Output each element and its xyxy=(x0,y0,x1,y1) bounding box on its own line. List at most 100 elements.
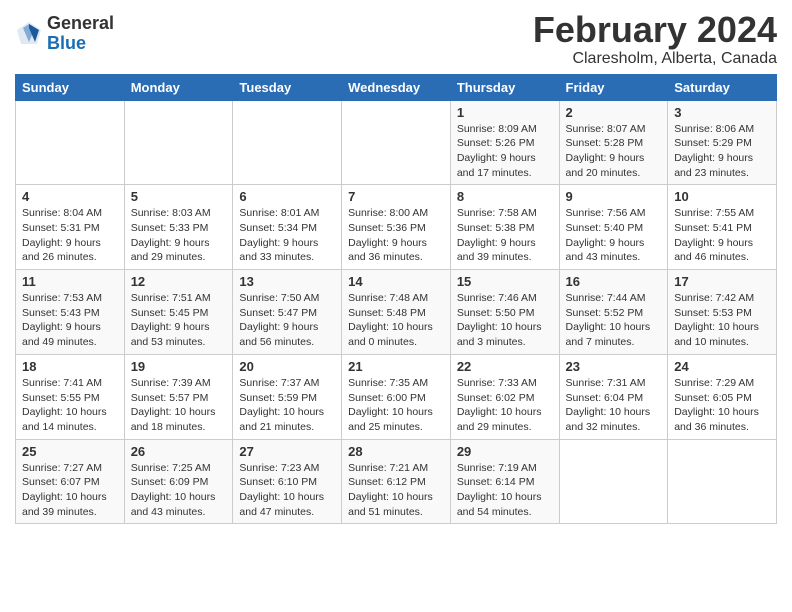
logo-text: General Blue xyxy=(47,14,114,54)
day-number: 22 xyxy=(457,359,553,374)
calendar-cell: 26Sunrise: 7:25 AM Sunset: 6:09 PM Dayli… xyxy=(124,439,233,524)
day-info: Sunrise: 8:04 AM Sunset: 5:31 PM Dayligh… xyxy=(22,206,118,265)
day-info: Sunrise: 7:29 AM Sunset: 6:05 PM Dayligh… xyxy=(674,376,770,435)
day-number: 25 xyxy=(22,444,118,459)
day-number: 15 xyxy=(457,274,553,289)
calendar-table: SundayMondayTuesdayWednesdayThursdayFrid… xyxy=(15,74,777,525)
day-number: 9 xyxy=(566,189,662,204)
calendar-cell xyxy=(559,439,668,524)
day-info: Sunrise: 7:55 AM Sunset: 5:41 PM Dayligh… xyxy=(674,206,770,265)
weekday-header: Wednesday xyxy=(342,74,451,100)
day-number: 6 xyxy=(239,189,335,204)
day-number: 24 xyxy=(674,359,770,374)
day-number: 13 xyxy=(239,274,335,289)
calendar-cell: 17 Sunrise: 7:42 AM Sunset: 5:53 PM Dayli… xyxy=(668,270,777,355)
calendar-cell: 14Sunrise: 7:48 AM Sunset: 5:48 PM Dayli… xyxy=(342,270,451,355)
day-number: 23 xyxy=(566,359,662,374)
calendar-cell xyxy=(124,100,233,185)
calendar-cell xyxy=(342,100,451,185)
weekday-header: Monday xyxy=(124,74,233,100)
calendar-cell: 3 Sunrise: 8:06 AM Sunset: 5:29 PM Daylig… xyxy=(668,100,777,185)
day-number: 7 xyxy=(348,189,444,204)
calendar-cell: 11 Sunrise: 7:53 AM Sunset: 5:43 PM Dayli… xyxy=(16,270,125,355)
calendar-cell: 12 Sunrise: 7:51 AM Sunset: 5:45 PM Dayli… xyxy=(124,270,233,355)
calendar-cell: 28 Sunrise: 7:21 AM Sunset: 6:12 PM Dayli… xyxy=(342,439,451,524)
calendar-cell xyxy=(668,439,777,524)
calendar-cell: 29 Sunrise: 7:19 AM Sunset: 6:14 PM Dayli… xyxy=(450,439,559,524)
calendar-cell: 8 Sunrise: 7:58 AM Sunset: 5:38 PM Daylig… xyxy=(450,185,559,270)
day-number: 4 xyxy=(22,189,118,204)
calendar-cell: 7 Sunrise: 8:00 AM Sunset: 5:36 PM Daylig… xyxy=(342,185,451,270)
day-info: Sunrise: 7:44 AM Sunset: 5:52 PM Dayligh… xyxy=(566,291,662,350)
calendar-week-row: 4 Sunrise: 8:04 AM Sunset: 5:31 PM Daylig… xyxy=(16,185,777,270)
day-info: Sunrise: 8:09 AM Sunset: 5:26 PM Dayligh… xyxy=(457,122,553,181)
day-number: 12 xyxy=(131,274,227,289)
day-info: Sunrise: 7:27 AM Sunset: 6:07 PM Dayligh… xyxy=(22,461,118,520)
calendar-cell: 19 Sunrise: 7:39 AM Sunset: 5:57 PM Dayli… xyxy=(124,354,233,439)
logo: General Blue xyxy=(15,14,114,54)
day-info: Sunrise: 8:01 AM Sunset: 5:34 PM Dayligh… xyxy=(239,206,335,265)
day-number: 8 xyxy=(457,189,553,204)
day-info: Sunrise: 7:46 AM Sunset: 5:50 PM Dayligh… xyxy=(457,291,553,350)
day-number: 28 xyxy=(348,444,444,459)
calendar-week-row: 11 Sunrise: 7:53 AM Sunset: 5:43 PM Dayli… xyxy=(16,270,777,355)
weekday-header: Sunday xyxy=(16,74,125,100)
day-info: Sunrise: 7:42 AM Sunset: 5:53 PM Dayligh… xyxy=(674,291,770,350)
day-info: Sunrise: 7:53 AM Sunset: 5:43 PM Dayligh… xyxy=(22,291,118,350)
day-number: 3 xyxy=(674,105,770,120)
day-info: Sunrise: 7:51 AM Sunset: 5:45 PM Dayligh… xyxy=(131,291,227,350)
weekday-header: Saturday xyxy=(668,74,777,100)
logo-blue: Blue xyxy=(47,34,114,54)
calendar-cell: 10Sunrise: 7:55 AM Sunset: 5:41 PM Dayli… xyxy=(668,185,777,270)
calendar-week-row: 1 Sunrise: 8:09 AM Sunset: 5:26 PM Daylig… xyxy=(16,100,777,185)
calendar-cell: 16Sunrise: 7:44 AM Sunset: 5:52 PM Dayli… xyxy=(559,270,668,355)
weekday-header: Thursday xyxy=(450,74,559,100)
day-info: Sunrise: 7:48 AM Sunset: 5:48 PM Dayligh… xyxy=(348,291,444,350)
day-info: Sunrise: 7:56 AM Sunset: 5:40 PM Dayligh… xyxy=(566,206,662,265)
day-info: Sunrise: 7:58 AM Sunset: 5:38 PM Dayligh… xyxy=(457,206,553,265)
calendar-cell xyxy=(233,100,342,185)
day-number: 21 xyxy=(348,359,444,374)
calendar-week-row: 25 Sunrise: 7:27 AM Sunset: 6:07 PM Dayli… xyxy=(16,439,777,524)
day-number: 18 xyxy=(22,359,118,374)
day-number: 11 xyxy=(22,274,118,289)
day-number: 29 xyxy=(457,444,553,459)
calendar-cell: 2 Sunrise: 8:07 AM Sunset: 5:28 PM Daylig… xyxy=(559,100,668,185)
day-info: Sunrise: 8:03 AM Sunset: 5:33 PM Dayligh… xyxy=(131,206,227,265)
day-number: 17 xyxy=(674,274,770,289)
weekday-header: Tuesday xyxy=(233,74,342,100)
page-container: General Blue February 2024 Claresholm, A… xyxy=(0,0,792,534)
calendar-cell: 6 Sunrise: 8:01 AM Sunset: 5:34 PM Daylig… xyxy=(233,185,342,270)
weekday-header: Friday xyxy=(559,74,668,100)
header: General Blue February 2024 Claresholm, A… xyxy=(15,10,777,68)
day-info: Sunrise: 7:50 AM Sunset: 5:47 PM Dayligh… xyxy=(239,291,335,350)
day-info: Sunrise: 7:33 AM Sunset: 6:02 PM Dayligh… xyxy=(457,376,553,435)
day-info: Sunrise: 8:07 AM Sunset: 5:28 PM Dayligh… xyxy=(566,122,662,181)
calendar-cell: 15 Sunrise: 7:46 AM Sunset: 5:50 PM Dayli… xyxy=(450,270,559,355)
day-info: Sunrise: 7:19 AM Sunset: 6:14 PM Dayligh… xyxy=(457,461,553,520)
header-row: SundayMondayTuesdayWednesdayThursdayFrid… xyxy=(16,74,777,100)
location-title: Claresholm, Alberta, Canada xyxy=(533,50,777,68)
day-number: 19 xyxy=(131,359,227,374)
title-block: February 2024 Claresholm, Alberta, Canad… xyxy=(533,10,777,68)
month-title: February 2024 xyxy=(533,10,777,50)
calendar-cell: 22 Sunrise: 7:33 AM Sunset: 6:02 PM Dayli… xyxy=(450,354,559,439)
day-info: Sunrise: 7:41 AM Sunset: 5:55 PM Dayligh… xyxy=(22,376,118,435)
calendar-cell: 1 Sunrise: 8:09 AM Sunset: 5:26 PM Daylig… xyxy=(450,100,559,185)
logo-icon xyxy=(15,20,43,48)
calendar-cell: 23Sunrise: 7:31 AM Sunset: 6:04 PM Dayli… xyxy=(559,354,668,439)
day-info: Sunrise: 8:00 AM Sunset: 5:36 PM Dayligh… xyxy=(348,206,444,265)
calendar-cell: 21Sunrise: 7:35 AM Sunset: 6:00 PM Dayli… xyxy=(342,354,451,439)
calendar-cell: 20Sunrise: 7:37 AM Sunset: 5:59 PM Dayli… xyxy=(233,354,342,439)
calendar-cell: 5Sunrise: 8:03 AM Sunset: 5:33 PM Daylig… xyxy=(124,185,233,270)
calendar-cell xyxy=(16,100,125,185)
day-info: Sunrise: 7:21 AM Sunset: 6:12 PM Dayligh… xyxy=(348,461,444,520)
calendar-cell: 25 Sunrise: 7:27 AM Sunset: 6:07 PM Dayli… xyxy=(16,439,125,524)
calendar-cell: 13 Sunrise: 7:50 AM Sunset: 5:47 PM Dayli… xyxy=(233,270,342,355)
day-info: Sunrise: 7:39 AM Sunset: 5:57 PM Dayligh… xyxy=(131,376,227,435)
day-number: 1 xyxy=(457,105,553,120)
day-number: 26 xyxy=(131,444,227,459)
day-number: 2 xyxy=(566,105,662,120)
day-info: Sunrise: 8:06 AM Sunset: 5:29 PM Dayligh… xyxy=(674,122,770,181)
calendar-cell: 4 Sunrise: 8:04 AM Sunset: 5:31 PM Daylig… xyxy=(16,185,125,270)
